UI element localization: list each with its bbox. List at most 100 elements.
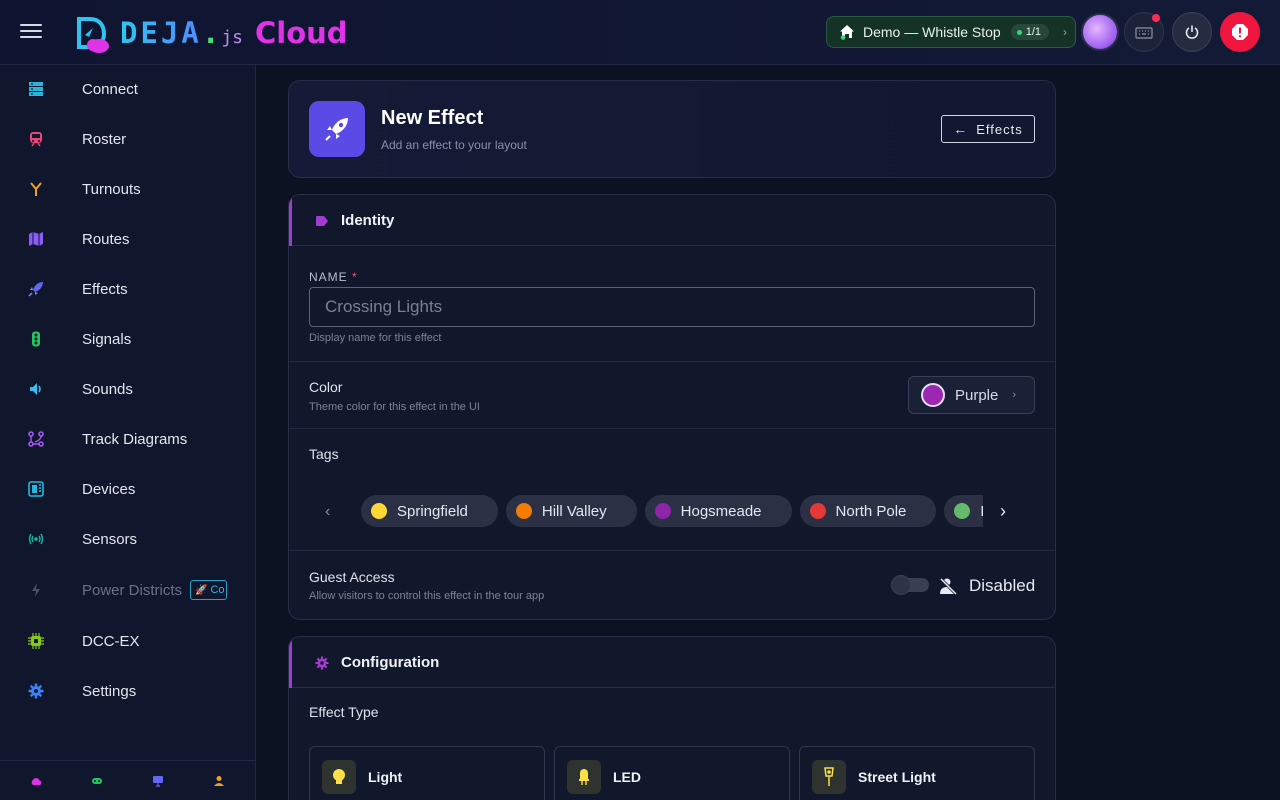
chevron-left-icon[interactable]: ‹ [325,503,345,523]
sidebar-item-dcc-ex[interactable]: DCC-EX [0,621,255,661]
led-icon [567,760,601,794]
layout-count-badge: 1/1 [1010,24,1050,40]
sidebar-item-sensors[interactable]: Sensors [0,519,255,559]
sidebar-item-label: Effects [82,280,128,298]
tag-chip[interactable]: North Pole [799,495,937,527]
traffic-light-icon [28,331,44,347]
sidebar-item-power-districts[interactable]: Power Districts 🚀 Co [0,570,255,610]
configuration-section: Configuration Effect Type Light LED Stre… [288,636,1056,800]
tag-color-dot [809,503,826,519]
section-accent-bar [289,637,292,688]
sidebar-item-settings[interactable]: Settings [0,671,255,711]
sidebar-item-routes[interactable]: Routes [0,219,255,259]
effect-type-street-light[interactable]: Street Light [799,746,1035,800]
effect-type-light[interactable]: Light [309,746,545,800]
guest-access-status: Disabled [969,576,1036,595]
train-icon [28,131,44,147]
home-icon [839,24,855,40]
deja-logo-icon [76,15,112,53]
tag-chip[interactable]: Hill Valley [505,495,637,527]
sidebar-item-connect[interactable]: Connect [0,69,255,109]
tag-chip[interactable]: K [944,495,983,527]
tag-icon [315,214,329,228]
guest-access-toggle[interactable] [891,575,929,595]
arrow-left-icon: ← [953,121,969,137]
page-subtitle: Add an effect to your layout [381,138,527,152]
sidebar-footer [0,760,255,800]
tag-label: North Pole [835,502,907,520]
user-badge-icon[interactable] [213,774,225,786]
sidebar-item-label: DCC-EX [82,632,140,650]
avatar[interactable] [1081,13,1119,51]
name-field-label: NAME * [309,270,358,284]
tag-color-dot [954,503,971,519]
alert-octagon-icon [1232,24,1248,40]
color-hint: Theme color for this effect in the UI [309,401,480,413]
color-swatch [921,383,945,407]
sidebar-item-devices[interactable]: Devices [0,469,255,509]
emergency-stop-button[interactable] [1220,12,1260,52]
section-title: Configuration [341,654,440,671]
rocket-icon: 🚀 [195,584,208,596]
section-title: Identity [341,212,395,229]
street-light-icon [812,760,846,794]
power-button[interactable] [1172,12,1212,52]
name-input[interactable] [309,287,1035,327]
sidebar-item-signals[interactable]: Signals [0,319,255,359]
tag-color-dot [371,503,387,519]
sidebar-item-roster[interactable]: Roster [0,119,255,159]
tag-label: Hogsmeade [680,502,762,520]
cloud-icon[interactable] [30,774,42,786]
effect-type-led[interactable]: LED [554,746,790,800]
tag-chip[interactable]: Hogsmeade [644,495,792,527]
divider [289,550,1055,551]
sidebar-item-label: Routes [82,230,130,248]
identity-section: Identity NAME * Display name for this ef… [288,194,1056,620]
color-picker-button[interactable]: Purple › [908,376,1035,414]
user-off-icon [939,577,958,596]
layout-selector[interactable]: Demo — Whistle Stop 1/1 › [826,16,1076,48]
sidebar-item-turnouts[interactable]: Turnouts [0,169,255,209]
sidebar-item-label: Devices [82,480,136,498]
tag-chip[interactable]: Springfield [361,495,498,527]
chevron-right-icon[interactable]: › [1000,501,1020,521]
sidebar-item-effects[interactable]: Effects [0,269,255,309]
tag-color-dot [654,503,671,519]
diagram-icon [28,431,44,447]
coming-soon-badge: 🚀 Co [190,580,227,600]
gamepad-icon[interactable] [91,774,103,786]
fork-icon [28,181,44,197]
sidebar-item-sounds[interactable]: Sounds [0,369,255,409]
configuration-section-header: Configuration [289,637,1055,688]
effect-type-label: Street Light [858,769,936,785]
chip-board-icon [28,481,44,497]
sidebar-item-label: Track Diagrams [82,430,188,448]
notification-dot [1152,14,1160,22]
gear-icon [28,683,44,699]
chevron-right-icon: › [1012,389,1017,401]
page-title: New Effect [381,107,484,129]
layout-name: Demo — Whistle Stop [863,24,1001,40]
toggle-knob [891,575,911,595]
sidebar: Connect Roster Turnouts Routes Effects S… [0,65,256,800]
bolt-icon [28,582,44,598]
sidebar-item-track-diagrams[interactable]: Track Diagrams [0,419,255,459]
brand-dot-text: . [201,16,220,50]
app-header: DEJA . js Cloud Demo — Whistle Stop 1/1 … [0,0,1280,65]
bulb-icon [322,760,356,794]
power-icon [1185,25,1199,39]
back-to-effects-button[interactable]: ← Effects [941,115,1035,143]
back-button-label: Effects [976,121,1023,137]
monitor-icon[interactable] [152,774,164,787]
menu-toggle-button[interactable] [20,20,48,44]
sidebar-item-label: Roster [82,130,127,148]
tag-label: Hill Valley [541,502,607,520]
guest-access-title: Guest Access [309,569,395,585]
tags-title: Tags [309,446,339,462]
page-header-card: New Effect Add an effect to your layout … [288,80,1056,178]
brand-logo[interactable]: DEJA . js Cloud [76,12,348,54]
divider [289,428,1055,429]
effect-type-label: LED [613,769,641,785]
sidebar-item-label: Turnouts [82,180,141,198]
keyboard-button[interactable] [1124,12,1164,52]
